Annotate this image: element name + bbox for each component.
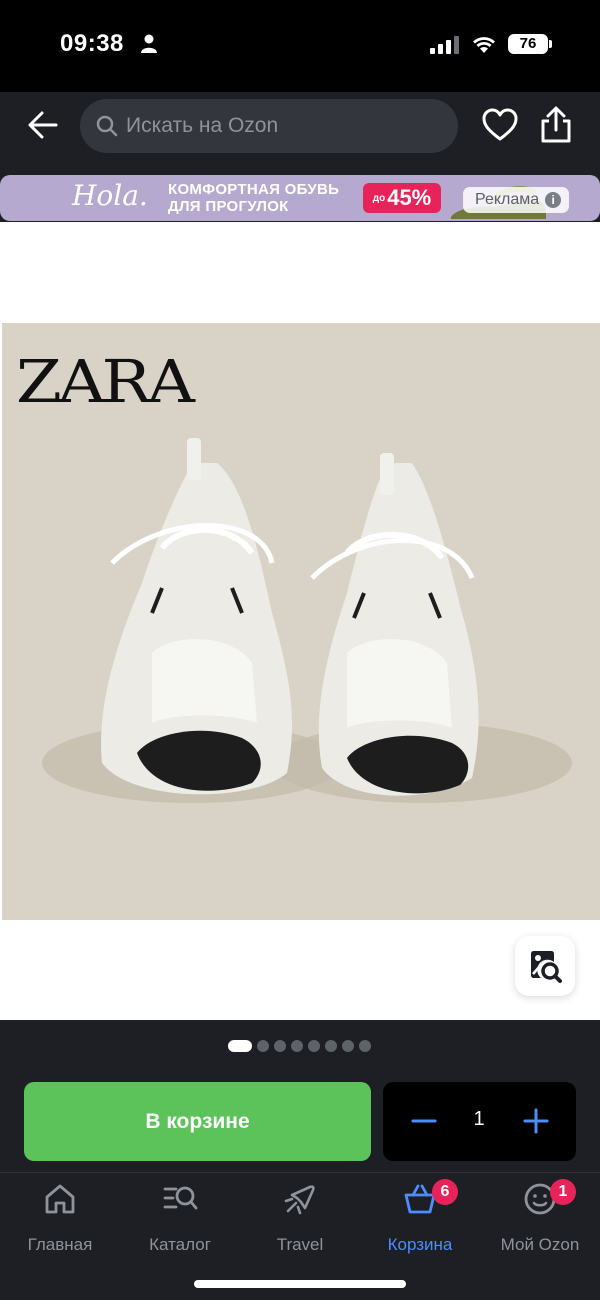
cart-count-badge: 6 (432, 1179, 458, 1205)
wifi-icon (473, 37, 495, 53)
tab-label: Каталог (149, 1235, 211, 1254)
catalog-icon (163, 1186, 198, 1210)
ad-text-line2: ДЛЯ ПРОГУЛОК (168, 198, 289, 215)
ad-discount-value: 45% (387, 185, 432, 210)
brand-logo: ZARA (16, 347, 195, 417)
ad-text-line1: КОМФОРТНАЯ ОБУВЬ (168, 181, 340, 198)
info-icon[interactable]: i (545, 192, 562, 208)
tab-home[interactable]: Главная (0, 1181, 120, 1257)
plus-icon[interactable] (521, 1106, 551, 1136)
gallery-dot[interactable] (325, 1040, 337, 1052)
tab-label: Travel (276, 1235, 324, 1254)
gallery-dot[interactable] (308, 1040, 320, 1052)
gallery-dot[interactable] (291, 1040, 303, 1052)
tab-catalog[interactable]: Каталог (120, 1181, 240, 1257)
ad-text: КОМФОРТНАЯ ОБУВЬ ДЛЯ ПРОГУЛОК (168, 181, 339, 215)
action-panel: В корзине 1 (0, 1020, 600, 1172)
image-search-icon (531, 951, 562, 983)
gallery-dot[interactable] (342, 1040, 354, 1052)
gallery-dot[interactable] (359, 1040, 371, 1052)
search-icon (96, 115, 118, 137)
tab-label: Мой Ozon (500, 1235, 580, 1254)
home-indicator[interactable] (194, 1280, 406, 1288)
home-icon (45, 1184, 75, 1214)
tab-label: Корзина (387, 1235, 453, 1254)
top-header: Искать на Ozon (0, 92, 600, 164)
share-icon[interactable] (538, 106, 574, 144)
status-time: 09:38 (60, 30, 124, 57)
status-bar: 09:38 76 (0, 0, 600, 92)
person-icon (141, 34, 157, 53)
back-arrow-icon[interactable] (26, 108, 60, 142)
visual-search-button[interactable] (515, 936, 575, 996)
ad-label[interactable]: Реклама i (463, 187, 570, 213)
gallery-dot[interactable] (274, 1040, 286, 1052)
ad-banner[interactable]: Hola. КОМФОРТНАЯ ОБУВЬ ДЛЯ ПРОГУЛОК до 4… (0, 175, 600, 221)
profile-notification-badge: 1 (550, 1179, 576, 1205)
ad-label-text: Реклама (475, 191, 540, 208)
tab-label: Главная (27, 1235, 93, 1254)
favorite-heart-icon[interactable] (482, 108, 518, 142)
tab-travel[interactable]: Travel (240, 1181, 360, 1257)
signal-icon (430, 36, 459, 54)
ad-discount-prefix: до (372, 192, 386, 204)
ad-brand-logo: Hola. (72, 179, 148, 212)
tab-my-ozon[interactable]: 1 Мой Ozon (480, 1179, 600, 1257)
search-input[interactable]: Искать на Ozon (80, 99, 458, 153)
gallery-dot[interactable] (257, 1040, 269, 1052)
search-placeholder: Искать на Ozon (126, 114, 279, 137)
tab-cart[interactable]: 6 Корзина (360, 1179, 480, 1257)
product-photo[interactable]: ZARA (2, 323, 600, 920)
in-cart-button[interactable]: В корзине (24, 1082, 371, 1161)
gallery-dot[interactable] (228, 1040, 252, 1052)
plane-icon (284, 1185, 315, 1215)
ad-discount-badge: до 45% (363, 183, 441, 213)
product-gallery[interactable]: ZARA (0, 222, 600, 1020)
minus-icon[interactable] (409, 1106, 439, 1136)
gallery-pagination[interactable] (228, 1040, 376, 1052)
quantity-stepper: 1 (383, 1082, 576, 1161)
battery-indicator: 76 (508, 34, 552, 54)
quantity-value: 1 (473, 1108, 485, 1130)
